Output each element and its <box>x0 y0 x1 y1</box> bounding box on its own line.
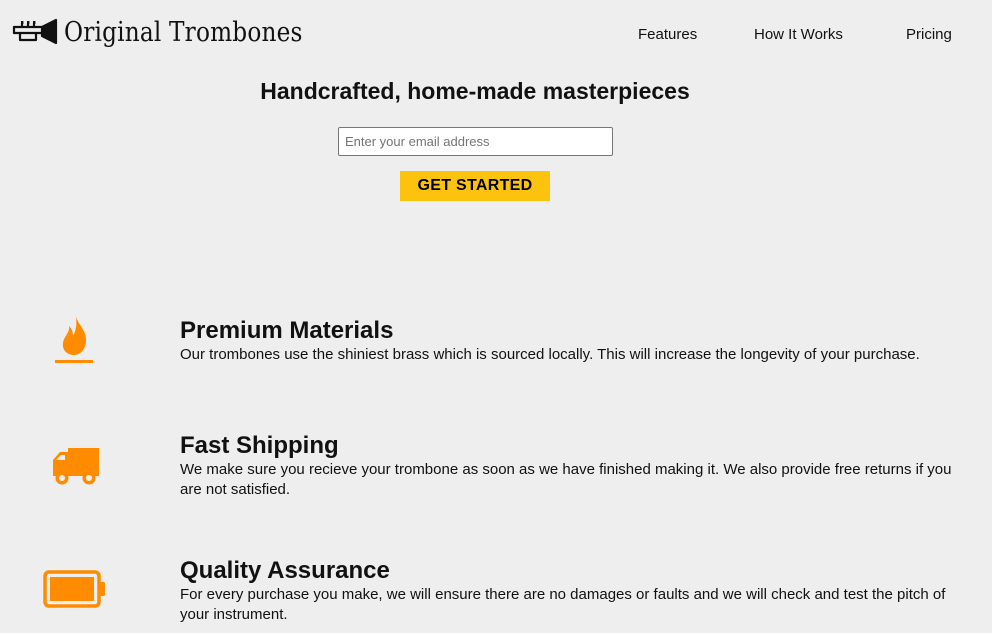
hero-title: Handcrafted, home-made masterpieces <box>260 78 690 104</box>
truck-icon <box>52 446 100 491</box>
brand-logo[interactable]: Original Trombones <box>12 14 341 50</box>
brand-name: Original Trombones <box>64 16 303 48</box>
site-header: Original Trombones Features How It Works… <box>0 0 992 70</box>
feature-description: Our trombones use the shiniest brass whi… <box>180 346 920 363</box>
feature-title: Fast Shipping <box>180 432 339 459</box>
get-started-button[interactable]: GET STARTED <box>400 171 550 201</box>
feature-description: We make sure you recieve your trombone a… <box>180 461 952 498</box>
nav-link-how-it-works[interactable]: How It Works <box>754 26 843 43</box>
nav-link-features[interactable]: Features <box>638 26 697 43</box>
trombone-icon <box>12 14 58 50</box>
fire-icon <box>54 315 94 370</box>
email-input[interactable] <box>338 127 613 156</box>
feature-description: For every purchase you make, we will ens… <box>180 586 946 623</box>
feature-title: Quality Assurance <box>180 557 390 584</box>
feature-title: Premium Materials <box>180 317 394 344</box>
battery-full-icon <box>43 570 107 613</box>
nav-link-pricing[interactable]: Pricing <box>906 26 952 43</box>
